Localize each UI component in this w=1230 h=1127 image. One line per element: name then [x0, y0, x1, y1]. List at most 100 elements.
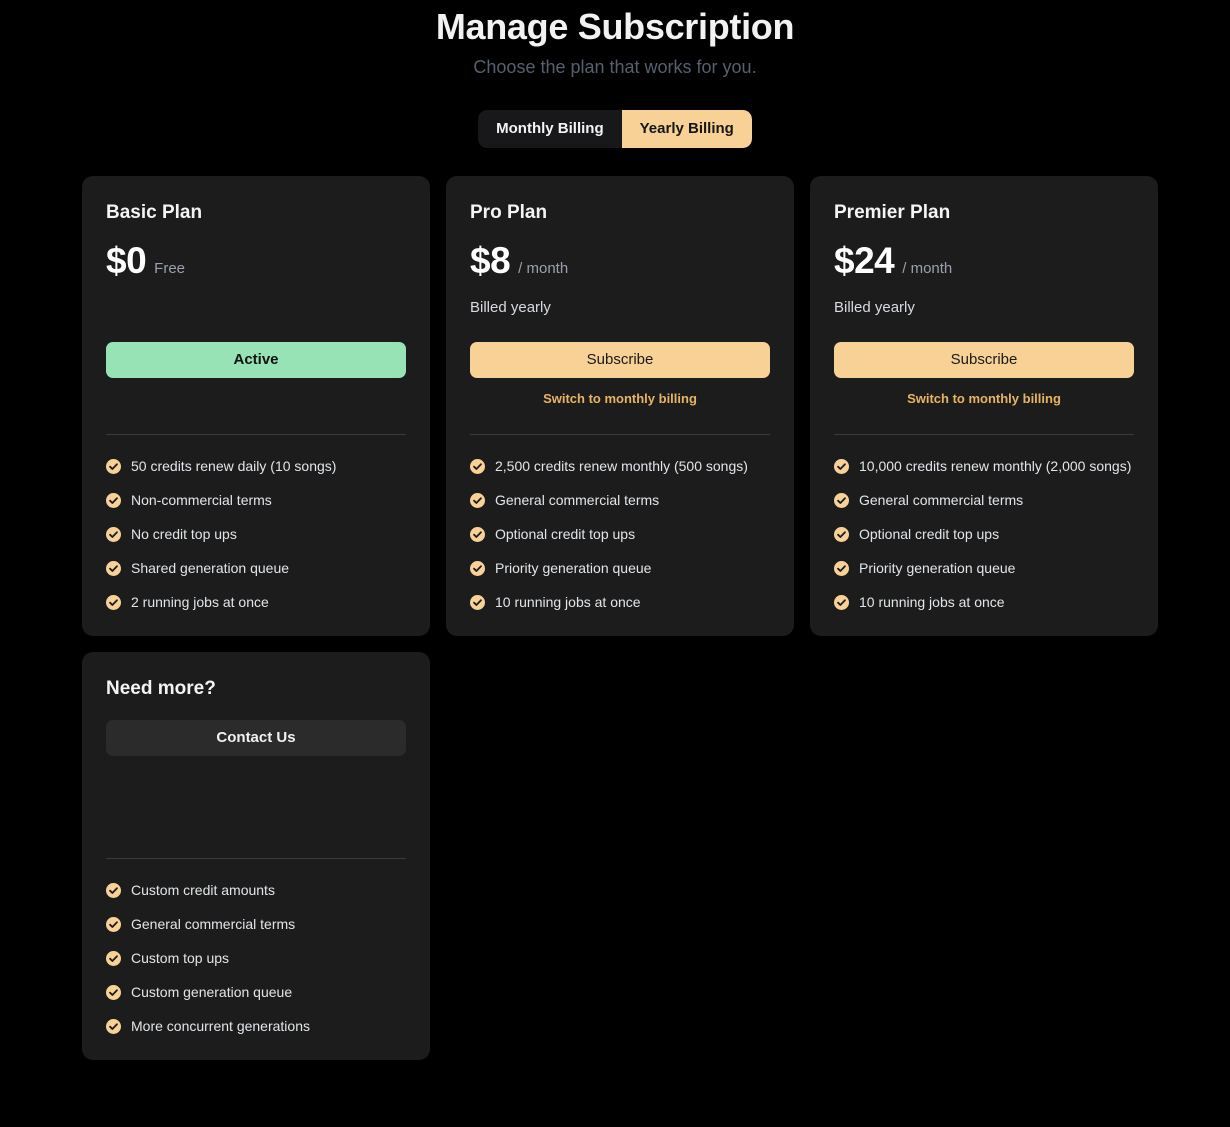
check-circle-icon [470, 561, 485, 576]
contact-us-button[interactable]: Contact Us [106, 720, 406, 756]
check-circle-icon [106, 493, 121, 508]
card-divider [834, 434, 1134, 435]
check-circle-icon [106, 883, 121, 898]
check-circle-icon [106, 459, 121, 474]
plan-cta-area: Subscribe Switch to monthly billing [834, 342, 1134, 408]
card-divider [106, 434, 406, 435]
feature-label: Priority generation queue [859, 559, 1015, 578]
feature-list: 50 credits renew daily (10 songs) Non-com… [106, 457, 406, 612]
toggle-monthly-billing[interactable]: Monthly Billing [478, 110, 621, 148]
check-circle-icon [106, 917, 121, 932]
toggle-yearly-billing[interactable]: Yearly Billing [622, 110, 752, 148]
card-divider [106, 858, 406, 859]
plan-billed-note: Billed yearly [470, 298, 770, 318]
check-circle-icon [106, 561, 121, 576]
feature-item: 10 running jobs at once [834, 593, 1134, 612]
feature-label: No credit top ups [131, 525, 237, 544]
plan-name: Premier Plan [834, 200, 1134, 226]
switch-billing-link[interactable]: Switch to monthly billing [834, 390, 1134, 408]
plan-card-basic-plan: Basic Plan $0Free Active 50 credits renew d… [82, 176, 430, 636]
feature-item: Optional credit top ups [834, 525, 1134, 544]
plan-cta-button[interactable]: Active [106, 342, 406, 378]
plan-price-amount: $8 [470, 240, 510, 282]
need-more-cta-area: Contact Us [106, 720, 406, 756]
feature-item: Priority generation queue [470, 559, 770, 578]
plan-card-premier-plan: Premier Plan $24 / month Billed yearly Subsc… [810, 176, 1158, 636]
feature-item: 50 credits renew daily (10 songs) [106, 457, 406, 476]
plan-price-row: $0Free [106, 240, 406, 282]
feature-item: 2,500 credits renew monthly (500 songs) [470, 457, 770, 476]
subscription-page: Manage Subscription Choose the plan that… [0, 0, 1230, 1127]
plan-price-period: / month [518, 260, 568, 277]
feature-item: Custom top ups [106, 949, 406, 968]
plans-grid: Basic Plan $0Free Active 50 credits renew d… [0, 176, 1230, 1060]
page-title: Manage Subscription [0, 4, 1230, 50]
feature-item: Custom credit amounts [106, 881, 406, 900]
feature-item: Custom generation queue [106, 983, 406, 1002]
plan-price-row: $8 / month [470, 240, 770, 282]
switch-billing-link[interactable]: Switch to monthly billing [470, 390, 770, 408]
feature-label: More concurrent generations [131, 1017, 310, 1036]
check-circle-icon [470, 527, 485, 542]
check-circle-icon [834, 527, 849, 542]
check-circle-icon [470, 493, 485, 508]
plan-price-period: Free [154, 260, 185, 277]
feature-item: General commercial terms [470, 491, 770, 510]
need-more-spacer [106, 756, 406, 832]
check-circle-icon [470, 459, 485, 474]
feature-label: 10 running jobs at once [859, 593, 1005, 612]
plan-card-pro-plan: Pro Plan$8/ monthBilled yearlySubscribeS… [446, 176, 794, 636]
card-divider [470, 434, 770, 435]
feature-label: 50 credits renew daily (10 songs) [131, 457, 336, 476]
plan-price-row: $24 / month [834, 240, 1134, 282]
feature-item: Priority generation queue [834, 559, 1134, 578]
check-circle-icon [470, 595, 485, 610]
feature-label: General commercial terms [495, 491, 659, 510]
feature-list: Custom credit amounts General commercial … [106, 881, 406, 1036]
need-more-title: Need more? [106, 676, 406, 702]
feature-item: Non-commercial terms [106, 491, 406, 510]
check-circle-icon [106, 951, 121, 966]
check-circle-icon [834, 561, 849, 576]
check-circle-icon [106, 1019, 121, 1034]
plan-name: Basic Plan [106, 200, 406, 226]
feature-item: General commercial terms [106, 915, 406, 934]
feature-label: Custom credit amounts [131, 881, 275, 900]
plan-price-amount: $24 [834, 240, 894, 282]
billing-toggle-container: Monthly Billing Yearly Billing [0, 110, 1230, 148]
check-circle-icon [834, 493, 849, 508]
feature-label: Custom top ups [131, 949, 229, 968]
check-circle-icon [106, 985, 121, 1000]
plan-price-period: / month [902, 260, 952, 277]
feature-label: Optional credit top ups [859, 525, 999, 544]
feature-label: Priority generation queue [495, 559, 651, 578]
feature-label: 10 running jobs at once [495, 593, 641, 612]
feature-item: 10 running jobs at once [470, 593, 770, 612]
feature-label: Non-commercial terms [131, 491, 272, 510]
plan-billed-note: Billed yearly [834, 298, 1134, 318]
feature-item: Optional credit top ups [470, 525, 770, 544]
billing-toggle[interactable]: Monthly Billing Yearly Billing [478, 110, 752, 148]
feature-item: 2 running jobs at once [106, 593, 406, 612]
feature-item: 10,000 credits renew monthly (2,000 song… [834, 457, 1134, 476]
plan-name: Pro Plan [470, 200, 770, 226]
page-header: Manage Subscription Choose the plan that… [0, 0, 1230, 80]
feature-label: Shared generation queue [131, 559, 289, 578]
plan-cta-button[interactable]: Subscribe [470, 342, 770, 378]
plan-cta-area: Active [106, 342, 406, 408]
plan-billed-note [106, 298, 406, 318]
feature-label: 2,500 credits renew monthly (500 songs) [495, 457, 748, 476]
feature-item: Shared generation queue [106, 559, 406, 578]
plan-cta-button[interactable]: Subscribe [834, 342, 1134, 378]
plan-cta-area: Subscribe Switch to monthly billing [470, 342, 770, 408]
plan-card-need-more: Need more? Contact Us Custom credit amount… [82, 652, 430, 1060]
page-subtitle: Choose the plan that works for you. [0, 54, 1230, 80]
feature-item: No credit top ups [106, 525, 406, 544]
feature-label: Custom generation queue [131, 983, 292, 1002]
check-circle-icon [106, 527, 121, 542]
feature-label: 2 running jobs at once [131, 593, 269, 612]
feature-label: Optional credit top ups [495, 525, 635, 544]
check-circle-icon [834, 459, 849, 474]
check-circle-icon [106, 595, 121, 610]
feature-label: 10,000 credits renew monthly (2,000 song… [859, 457, 1131, 476]
